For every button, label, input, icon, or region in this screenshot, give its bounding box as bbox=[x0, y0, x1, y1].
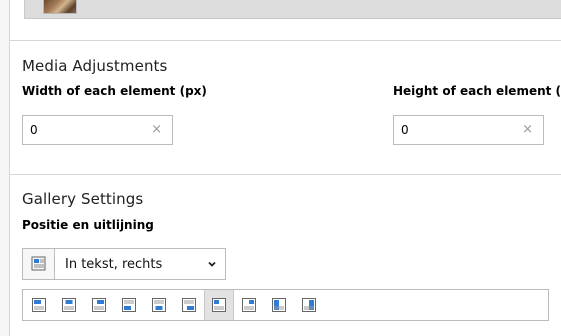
alignment-option-button[interactable] bbox=[204, 290, 234, 320]
align-above-left-icon bbox=[32, 298, 46, 312]
align-intext-left-icon bbox=[242, 298, 256, 312]
align-beside-left-icon bbox=[302, 298, 316, 312]
alignment-option-button[interactable] bbox=[264, 290, 294, 320]
media-thumbnail[interactable] bbox=[43, 0, 77, 14]
align-intext-right-icon bbox=[212, 298, 226, 312]
close-icon[interactable]: × bbox=[151, 123, 162, 137]
alignment-option-button[interactable] bbox=[24, 290, 54, 320]
width-field[interactable]: × bbox=[22, 115, 173, 145]
align-intext-right-icon bbox=[23, 249, 55, 279]
alignment-option-button[interactable] bbox=[294, 290, 324, 320]
align-above-right-icon bbox=[92, 298, 106, 312]
alignment-option-button[interactable] bbox=[114, 290, 144, 320]
section-divider bbox=[9, 40, 561, 41]
align-beside-right-icon bbox=[272, 298, 286, 312]
alignment-option-button[interactable] bbox=[174, 290, 204, 320]
height-field[interactable]: × bbox=[393, 115, 544, 145]
height-input[interactable] bbox=[394, 116, 543, 144]
position-select[interactable]: In tekst, rechts bbox=[22, 248, 226, 280]
width-label: Width of each element (px) bbox=[22, 84, 207, 98]
position-select-value: In tekst, rechts bbox=[65, 257, 163, 272]
position-label: Positie en uitlijning bbox=[22, 218, 154, 232]
media-preview-strip bbox=[24, 0, 561, 19]
section-divider bbox=[9, 174, 561, 175]
align-below-center-icon bbox=[152, 298, 166, 312]
alignment-option-button[interactable] bbox=[144, 290, 174, 320]
height-label: Height of each element (px) bbox=[393, 84, 561, 98]
gallery-settings-title: Gallery Settings bbox=[22, 190, 144, 208]
align-below-left-icon bbox=[122, 298, 136, 312]
alignment-option-button[interactable] bbox=[84, 290, 114, 320]
media-adjustments-title: Media Adjustments bbox=[22, 57, 168, 75]
width-input[interactable] bbox=[23, 116, 172, 144]
align-below-right-icon bbox=[182, 298, 196, 312]
close-icon[interactable]: × bbox=[522, 123, 533, 137]
align-above-center-icon bbox=[62, 298, 76, 312]
alignment-options bbox=[22, 289, 549, 321]
form-panel bbox=[9, 0, 561, 336]
alignment-option-button[interactable] bbox=[54, 290, 84, 320]
alignment-option-button[interactable] bbox=[234, 290, 264, 320]
chevron-down-icon bbox=[208, 261, 216, 267]
